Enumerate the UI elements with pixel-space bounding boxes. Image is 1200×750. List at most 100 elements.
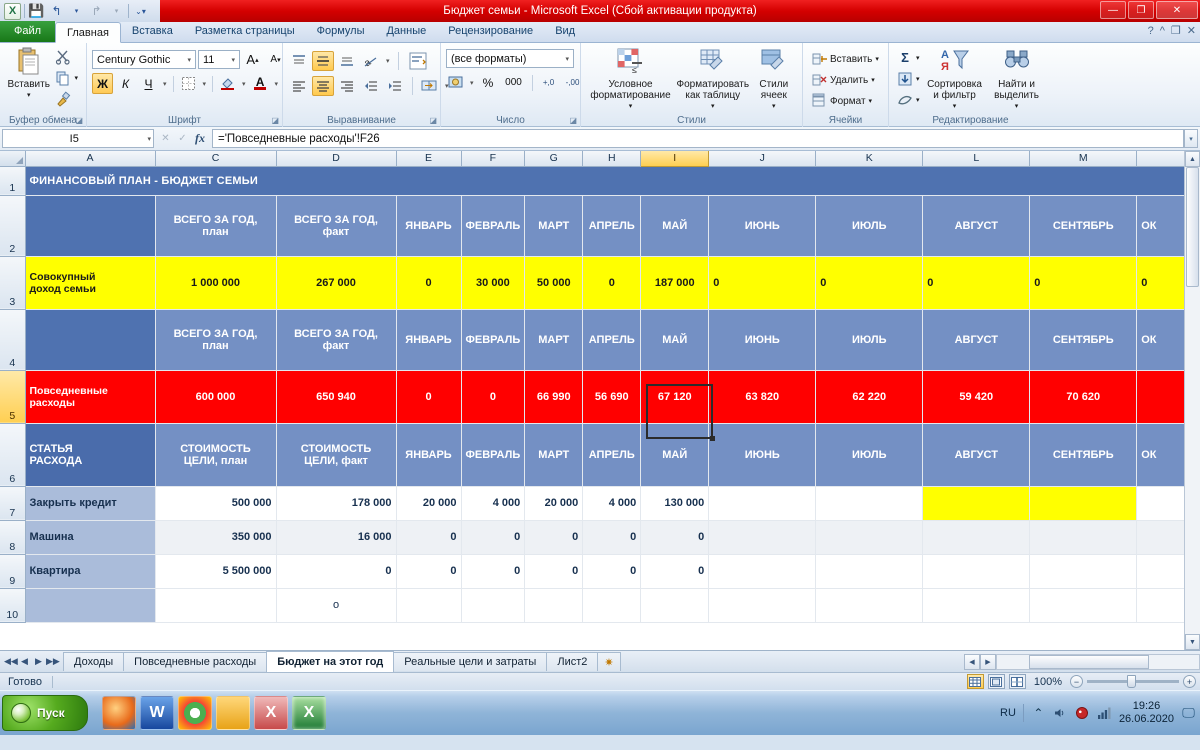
zoom-slider[interactable] [1087,675,1179,689]
cell-H6[interactable]: АПРЕЛЬ [582,423,642,487]
cell-L8[interactable] [922,520,1031,555]
cell-E5[interactable]: 0 [396,370,462,424]
column-header-row[interactable]: A C D E F G H I J K L M [0,151,1191,167]
table-row[interactable]: 10 о [0,587,1191,623]
font-dialog-launcher[interactable]: ◪ [271,116,279,125]
excel-doc-icon[interactable]: X [254,696,288,730]
cell-G7[interactable]: 20 000 [524,486,584,521]
cell-H8[interactable]: 0 [582,520,642,555]
hscroll-left-button[interactable]: ◀ [964,653,980,670]
font-size-combo[interactable]: 11 ▾ [198,50,240,69]
cell-M6[interactable]: СЕНТЯБРЬ [1029,423,1138,487]
cell-G4[interactable]: МАРТ [524,309,584,371]
find-select-button[interactable]: Найти и выделить ▾ [987,45,1047,112]
chrome-icon[interactable] [178,696,212,730]
name-box-caret-icon[interactable]: ▾ [145,135,153,143]
cell-F7[interactable]: 4 000 [461,486,526,521]
word-icon[interactable]: W [140,696,174,730]
cell-H4[interactable]: АПРЕЛЬ [582,309,642,371]
number-dialog-launcher[interactable]: ◪ [569,116,577,125]
cell-H5[interactable]: 56 690 [582,370,642,424]
tab-page-layout[interactable]: Разметка страницы [184,21,306,42]
tab-view[interactable]: Вид [544,21,586,42]
cell-D9[interactable]: 0 [276,554,397,589]
help-icon[interactable]: ? [1148,25,1154,37]
cell-A5-label[interactable]: Повседневные расходы [25,370,156,424]
close-button[interactable]: ✕ [1156,1,1198,19]
cell-K9[interactable] [815,554,924,589]
cell-C10[interactable] [155,588,277,623]
font-color-button[interactable]: A [250,73,271,94]
table-row[interactable]: 3 Совокупный доход семьи 1 000 000 267 0… [0,255,1191,310]
align-center-button[interactable] [312,76,334,96]
cell-A10-label[interactable] [25,588,156,623]
cell-J9[interactable] [708,554,817,589]
column-header-F[interactable]: F [461,151,526,167]
cell-A8-label[interactable]: Машина [25,520,156,555]
cell-C5[interactable]: 600 000 [155,370,277,424]
merge-cells-button[interactable] [419,76,441,96]
cell-M9[interactable] [1029,554,1138,589]
cell-E8[interactable]: 0 [396,520,462,555]
cell-H7[interactable]: 4 000 [582,486,642,521]
cell-M3[interactable]: 0 [1029,256,1138,310]
font-color-dropdown-icon[interactable]: ▾ [273,80,281,88]
cell-D4[interactable]: ВСЕГО ЗА ГОД, факт [276,309,397,371]
excel-active-icon[interactable]: X [292,696,326,730]
cell-N7-partial[interactable] [1136,486,1191,521]
ribbon-tab-bar[interactable]: Файл Главная Вставка Разметка страницы Ф… [0,21,1200,43]
cell-G3[interactable]: 50 000 [524,256,584,310]
cell-K10[interactable] [815,588,924,623]
cell-J5[interactable]: 63 820 [708,370,817,424]
delete-cells-button[interactable]: Удалить ▾ [808,70,882,90]
sheet-tab-bar[interactable]: ◀◀ ◀ ▶ ▶▶ Доходы Повседневные расходы Бю… [0,650,1200,672]
cell-J10[interactable] [708,588,817,623]
cell-K8[interactable] [815,520,924,555]
bold-button[interactable]: Ж [92,73,113,94]
underline-button[interactable]: Ч [138,73,159,94]
cell-N6-partial[interactable]: ОК [1136,423,1191,487]
restore-button[interactable]: ❐ [1128,1,1154,19]
cell-E2[interactable]: ЯНВАРЬ [396,195,462,257]
cell-K6[interactable]: ИЮЛЬ [815,423,924,487]
format-cells-dropdown-icon[interactable]: ▾ [869,97,873,105]
conditional-formatting-dropdown-icon[interactable]: ▾ [629,101,633,112]
cut-button[interactable] [52,47,81,67]
find-select-dropdown-icon[interactable]: ▾ [1015,101,1019,112]
zoom-slider-knob[interactable] [1127,675,1137,688]
taskbar[interactable]: Пуск W X X RU ⌃ 19:26 26.06.2020 🖵 [0,690,1200,735]
cell-I4[interactable]: МАЙ [640,309,710,371]
column-header-L[interactable]: L [922,151,1031,167]
spreadsheet-grid[interactable]: A C D E F G H I J K L M 1 ФИНАНСОВЫЙ ПЛА… [0,151,1200,650]
column-header-K[interactable]: K [815,151,924,167]
cell-N2-partial[interactable]: ОК [1136,195,1191,257]
cell-E9[interactable]: 0 [396,554,462,589]
cell-G2[interactable]: МАРТ [524,195,584,257]
row-header-6[interactable]: 6 [0,422,26,487]
table-row[interactable]: 9 Квартира 5 500 000 0 0 0 0 0 0 [0,553,1191,589]
cell-M4[interactable]: СЕНТЯБРЬ [1029,309,1138,371]
cell-J2[interactable]: ИЮНЬ [708,195,817,257]
cell-D7[interactable]: 178 000 [276,486,397,521]
insert-cells-dropdown-icon[interactable]: ▾ [875,55,879,63]
row-header-7[interactable]: 7 [0,485,26,521]
cell-M10[interactable] [1029,588,1138,623]
network-icon[interactable] [1097,706,1112,721]
tab-insert[interactable]: Вставка [121,21,184,42]
antivirus-icon[interactable] [1075,706,1090,721]
clock[interactable]: 19:26 26.06.2020 [1119,700,1174,726]
cell-D6[interactable]: СТОИМОСТЬ ЦЕЛИ, факт [276,423,397,487]
cell-H2[interactable]: АПРЕЛЬ [582,195,642,257]
copy-button[interactable]: ▾ [52,68,81,88]
align-middle-button[interactable] [312,51,334,71]
cell-G9[interactable]: 0 [524,554,584,589]
sheet-tab-dohody[interactable]: Доходы [63,652,125,671]
cell-A1-title[interactable]: ФИНАНСОВЫЙ ПЛАН - БЮДЖЕТ СЕМЬИ [25,166,1190,196]
expand-formula-bar-button[interactable]: ▾ [1184,129,1198,148]
fill-color-button[interactable] [217,73,238,94]
format-cells-button[interactable]: Формат ▾ [808,91,882,111]
scroll-up-button[interactable]: ▲ [1185,151,1200,167]
fill-dropdown-icon[interactable]: ▾ [916,75,920,83]
tab-formulas[interactable]: Формулы [306,21,376,42]
formula-input[interactable]: ='Повседневные расходы'!F26 [212,129,1184,148]
